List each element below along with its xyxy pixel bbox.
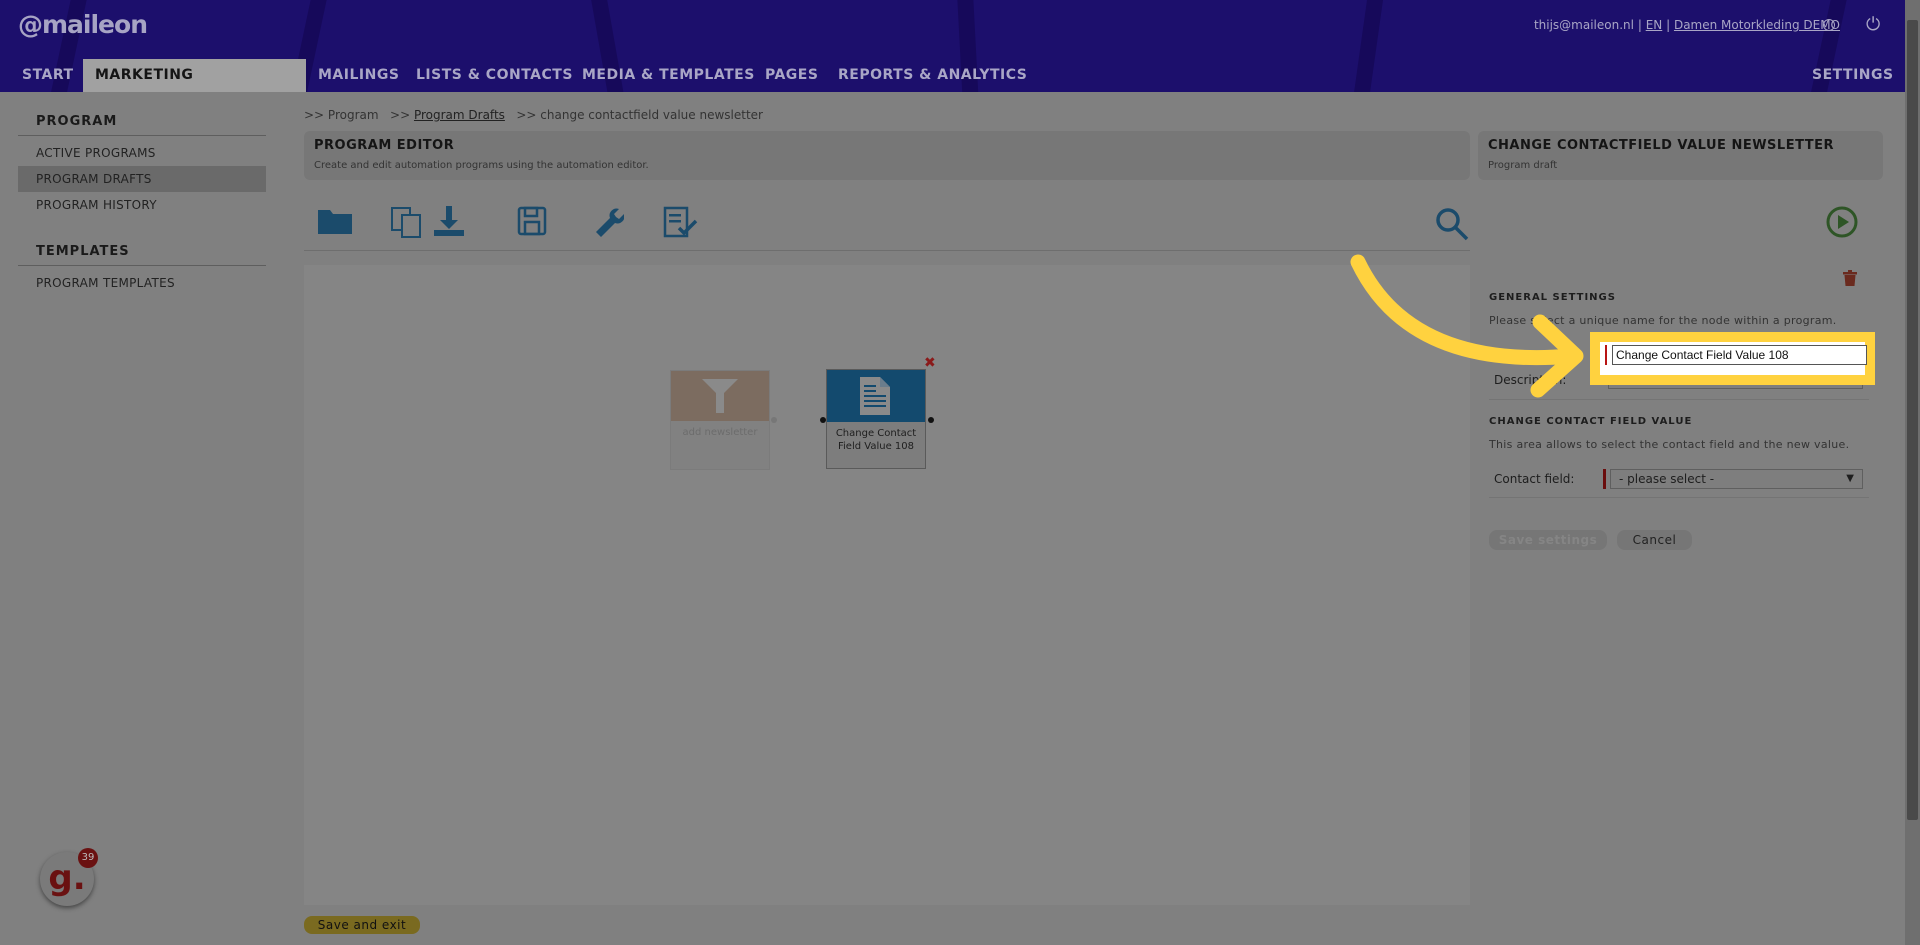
program-header: CHANGE CONTACTFIELD VALUE NEWSLETTER Pro… <box>1478 131 1883 180</box>
contact-field-label: Contact field: <box>1494 472 1575 486</box>
crumb-current: >> change contactfield value newsletter <box>516 108 763 122</box>
nav-start[interactable]: START <box>10 59 86 92</box>
nav-reports-analytics[interactable]: REPORTS & ANALYTICS <box>826 59 1039 92</box>
delete-node-icon[interactable]: ✖ <box>924 355 936 371</box>
save-and-exit-button[interactable]: Save and exit <box>304 916 420 934</box>
nav-pages[interactable]: PAGES <box>753 59 830 92</box>
node-change-contact-field[interactable]: Change Contact Field Value 108 <box>826 369 926 469</box>
info-icon[interactable] <box>1823 19 1835 31</box>
templates-heading: TEMPLATES <box>18 238 266 266</box>
editor-title: PROGRAM EDITOR <box>314 138 455 153</box>
nav-mailings[interactable]: MAILINGS <box>306 59 411 92</box>
editor-header: PROGRAM EDITOR Create and edit automatio… <box>304 131 1470 180</box>
node-name-input[interactable]: Change Contact Field Value 108 <box>1612 345 1867 365</box>
pointer-arrow <box>1350 254 1584 398</box>
document-icon <box>827 370 925 422</box>
save-settings-button[interactable]: Save settings <box>1489 530 1607 550</box>
nav-lists-contacts[interactable]: LISTS & CONTACTS <box>404 59 585 92</box>
contact-field-value: - please select - <box>1619 472 1715 486</box>
wrench-icon[interactable] <box>592 206 625 246</box>
download-icon[interactable] <box>432 206 466 246</box>
power-icon[interactable]: ⏻ <box>1866 14 1880 35</box>
separator: | <box>1666 18 1671 32</box>
sidebar: PROGRAM ACTIVE PROGRAMS PROGRAM DRAFTS P… <box>18 108 266 296</box>
crumb-sep: >> <box>390 108 411 122</box>
user-email: thijs@maileon.nl <box>1533 18 1634 32</box>
toolbar-divider <box>304 250 1470 251</box>
crumb-program-drafts[interactable]: Program Drafts <box>414 108 505 122</box>
nav-settings[interactable]: SETTINGS <box>1800 59 1905 92</box>
sidebar-item-program-history[interactable]: PROGRAM HISTORY <box>18 192 266 218</box>
crumb-program: >> Program <box>304 108 379 122</box>
divider <box>1489 497 1869 498</box>
user-bar: thijs@maileon.nl | EN | Damen Motorkledi… <box>1534 18 1840 32</box>
chevron-down-icon: ▼ <box>1846 473 1854 484</box>
checklist-icon[interactable] <box>663 206 699 246</box>
scrollbar-thumb[interactable] <box>1907 20 1918 820</box>
maileon-logo[interactable]: @maileon <box>18 10 148 39</box>
program-title: CHANGE CONTACTFIELD VALUE NEWSLETTER <box>1488 138 1835 153</box>
save-icon[interactable] <box>517 206 547 244</box>
breadcrumb: >> Program >> Program Drafts >> change c… <box>304 108 763 122</box>
folder-icon[interactable] <box>318 206 352 242</box>
copy-icon[interactable] <box>390 206 424 246</box>
required-marker <box>1605 345 1607 365</box>
account-link[interactable]: Damen Motorkleding DEMO <box>1674 18 1840 32</box>
connector-dot[interactable] <box>771 417 777 423</box>
program-heading: PROGRAM <box>18 108 266 136</box>
program-canvas[interactable] <box>304 265 1470 905</box>
notification-count: 39 <box>78 848 98 868</box>
highlight-box: Change Contact Field Value 108 <box>1590 332 1875 385</box>
connector-dot-in[interactable] <box>820 417 826 423</box>
nav-media-templates[interactable]: MEDIA & TEMPLATES <box>570 59 767 92</box>
separator: | <box>1637 18 1642 32</box>
node-label: Change Contact Field Value 108 <box>835 428 917 452</box>
language-link[interactable]: EN <box>1646 18 1663 32</box>
filter-icon <box>671 371 769 421</box>
node-label: add newsletter <box>682 427 758 438</box>
sidebar-item-active-programs[interactable]: ACTIVE PROGRAMS <box>18 140 266 166</box>
top-header: @maileon thijs@maileon.nl | EN | Damen M… <box>0 0 1905 92</box>
change-contact-field-heading: CHANGE CONTACT FIELD VALUE <box>1489 416 1693 427</box>
sidebar-item-program-templates[interactable]: PROGRAM TEMPLATES <box>18 270 266 296</box>
connector-dot-out[interactable] <box>928 417 934 423</box>
program-subtitle: Program draft <box>1488 160 1558 171</box>
nav-marketing-automation[interactable]: MARKETING AUTOMATION <box>83 59 306 92</box>
required-marker <box>1603 469 1606 489</box>
contact-field-select[interactable]: - please select - ▼ <box>1610 469 1863 489</box>
sidebar-item-program-drafts[interactable]: PROGRAM DRAFTS <box>18 166 266 192</box>
editor-subtitle: Create and edit automation programs usin… <box>314 160 649 171</box>
change-contact-field-text: This area allows to select the contact f… <box>1489 438 1850 451</box>
node-add-newsletter[interactable]: add newsletter <box>670 370 770 470</box>
play-icon[interactable] <box>1826 206 1858 246</box>
trash-icon[interactable] <box>1843 270 1857 290</box>
search-icon[interactable] <box>1434 206 1470 250</box>
cancel-button[interactable]: Cancel <box>1617 530 1692 550</box>
